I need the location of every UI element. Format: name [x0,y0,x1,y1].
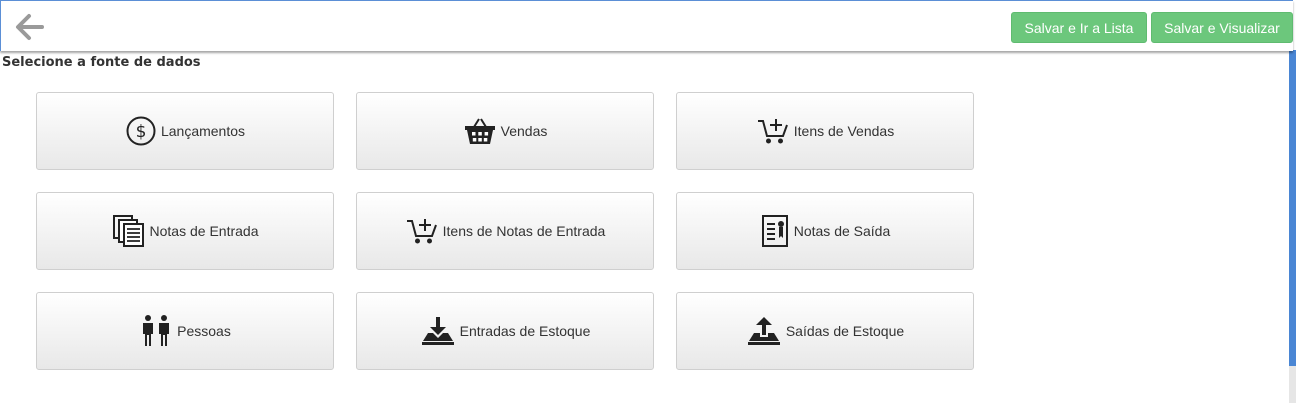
dollar-circle-icon: $ [125,115,157,147]
scrollbar-track[interactable] [1289,366,1296,403]
source-tile-label: Notas de Saída [793,223,891,239]
top-toolbar: Salvar e Ir a Lista Salvar e Visualizar [0,0,1293,51]
people-icon [139,314,173,348]
cart-add-icon [405,216,439,246]
section-title: Selecione a fonte de dados [2,55,201,70]
arrow-left-icon [16,14,44,40]
scrollbar-thumb[interactable] [1289,50,1296,366]
source-tile-label: Notas de Entrada [149,223,259,239]
source-tile-saidas-de-estoque[interactable]: Saídas de Estoque [676,292,974,370]
source-tile-notas-de-entrada[interactable]: Notas de Entrada [36,192,334,270]
source-tile-pessoas[interactable]: Pessoas [36,292,334,370]
source-tile-itens-de-vendas[interactable]: Itens de Vendas [676,92,974,170]
certificate-icon [760,214,790,248]
source-tile-label: Lançamentos [160,123,246,139]
tray-upload-icon [746,315,782,347]
source-tile-entradas-de-estoque[interactable]: Entradas de Estoque [356,292,654,370]
source-tile-vendas[interactable]: Vendas [356,92,654,170]
save-and-view-button[interactable]: Salvar e Visualizar [1151,12,1293,43]
save-and-go-to-list-button[interactable]: Salvar e Ir a Lista [1011,12,1147,43]
cart-add-icon [756,116,790,146]
source-tile-label: Itens de Vendas [793,123,895,139]
source-tile-label: Saídas de Estoque [785,323,905,339]
documents-icon [112,214,146,248]
basket-icon [463,115,497,147]
page: Salvar e Ir a Lista Salvar e Visualizar … [0,0,1296,403]
source-tile-label: Itens de Notas de Entrada [442,223,606,239]
source-tile-label: Pessoas [177,323,231,339]
back-button[interactable] [14,12,46,42]
source-tile-notas-de-saida[interactable]: Notas de Saída [676,192,974,270]
source-tile-lancamentos[interactable]: $ Lançamentos [36,92,334,170]
svg-text:$: $ [136,122,147,142]
source-tile-label: Entradas de Estoque [459,323,591,339]
source-tile-itens-de-notas-de-entrada[interactable]: Itens de Notas de Entrada [356,192,654,270]
tray-download-icon [420,315,456,347]
source-tile-label: Vendas [500,123,548,139]
